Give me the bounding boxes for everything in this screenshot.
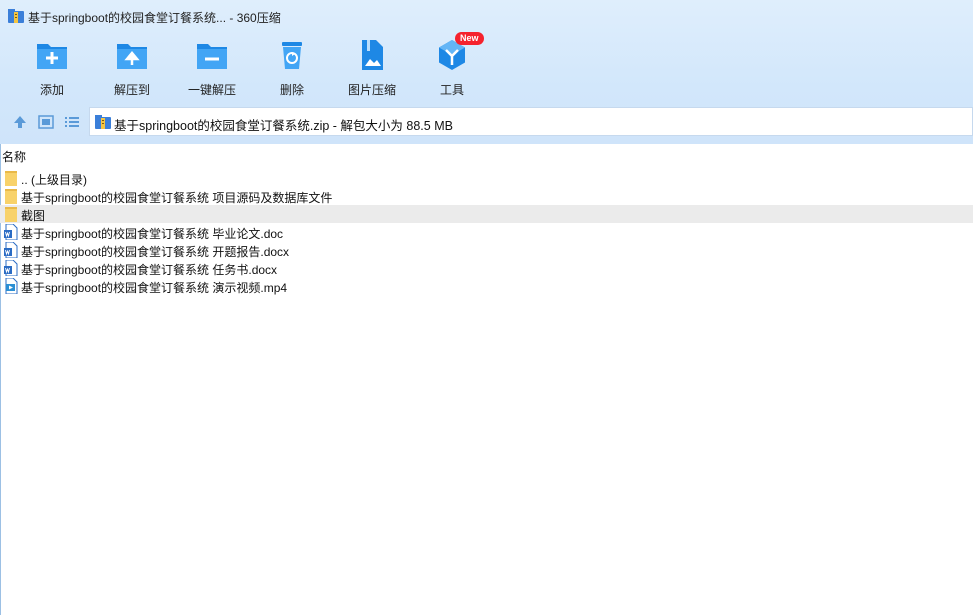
tools-label: 工具 xyxy=(439,83,464,97)
word-doc-icon xyxy=(4,260,18,276)
list-item-parent-dir[interactable]: .. (上级目录) xyxy=(0,169,973,187)
list-item-name: 截图 xyxy=(21,209,46,223)
title-bar: 基于springboot的校园食堂订餐系统... - 360压缩 xyxy=(0,0,973,32)
delete-button[interactable]: 删除 xyxy=(252,36,332,98)
list-item-selected[interactable]: 截图 xyxy=(0,205,973,223)
list-item-name: 基于springboot的校园食堂订餐系统 开题报告.docx xyxy=(21,245,290,259)
video-file-icon xyxy=(5,278,18,294)
list-item-name: 基于springboot的校园食堂订餐系统 演示视频.mp4 xyxy=(21,281,288,295)
image-compress-label: 图片压缩 xyxy=(347,83,396,97)
one-click-extract-label: 一键解压 xyxy=(187,83,236,97)
extract-folder-icon xyxy=(117,44,147,69)
extract-to-label: 解压到 xyxy=(113,83,150,97)
recycle-bin-icon xyxy=(282,42,302,69)
word-doc-icon xyxy=(4,242,18,258)
window-chrome: 基于springboot的校园食堂订餐系统... - 360压缩 添加 解压到 xyxy=(0,0,973,144)
list-item[interactable]: 基于springboot的校园食堂订餐系统 项目源码及数据库文件 xyxy=(0,187,973,205)
column-header-label: 名称 xyxy=(2,150,27,164)
window-title: 基于springboot的校园食堂订餐系统... - 360压缩 xyxy=(28,11,281,25)
list-item-name: 基于springboot的校园食堂订餐系统 毕业论文.doc xyxy=(21,227,284,241)
folder-icon xyxy=(5,171,17,186)
one-click-extract-button[interactable]: 一键解压 xyxy=(172,36,252,98)
address-bar[interactable]: 基于springboot的校园食堂订餐系统.zip - 解包大小为 88.5 M… xyxy=(89,107,973,136)
delete-label: 删除 xyxy=(279,83,304,97)
list-item[interactable]: 基于springboot的校园食堂订餐系统 毕业论文.doc xyxy=(0,223,973,241)
list-item-name: 基于springboot的校园食堂订餐系统 任务书.docx xyxy=(21,263,278,277)
folder-icon xyxy=(5,189,17,204)
column-header-name[interactable]: 名称 xyxy=(0,146,973,164)
thumbnail-view-icon[interactable] xyxy=(37,113,55,131)
tools-button[interactable]: 工具 xyxy=(412,36,492,98)
add-label: 添加 xyxy=(39,83,64,97)
add-folder-icon xyxy=(37,44,67,69)
archive-app-icon xyxy=(8,9,24,23)
address-text: 基于springboot的校园食堂订餐系统.zip - 解包大小为 88.5 M… xyxy=(114,119,453,133)
list-item[interactable]: 基于springboot的校园食堂订餐系统 任务书.docx xyxy=(0,259,973,277)
up-arrow-icon[interactable] xyxy=(11,113,29,131)
new-badge: New xyxy=(455,32,484,45)
folder-icon xyxy=(5,207,17,222)
word-doc-icon xyxy=(4,224,18,240)
extract-to-button[interactable]: 解压到 xyxy=(92,36,172,98)
list-item-name: 基于springboot的校园食堂订餐系统 项目源码及数据库文件 xyxy=(21,191,333,205)
image-compress-button[interactable]: 图片压缩 xyxy=(332,36,412,98)
add-button[interactable]: 添加 xyxy=(12,36,92,98)
one-click-extract-icon xyxy=(197,44,227,69)
archive-icon xyxy=(95,115,111,129)
address-row: 基于springboot的校园食堂订餐系统.zip - 解包大小为 88.5 M… xyxy=(0,106,973,138)
toolbar: 添加 解压到 一键解压 删除 图片压缩 工具 New xyxy=(0,32,973,100)
image-compress-icon xyxy=(362,40,383,70)
list-item[interactable]: 基于springboot的校园食堂订餐系统 演示视频.mp4 xyxy=(0,277,973,295)
list-item-name: .. (上级目录) xyxy=(21,173,87,187)
list-view-icon[interactable] xyxy=(63,113,81,131)
list-item[interactable]: 基于springboot的校园食堂订餐系统 开题报告.docx xyxy=(0,241,973,259)
